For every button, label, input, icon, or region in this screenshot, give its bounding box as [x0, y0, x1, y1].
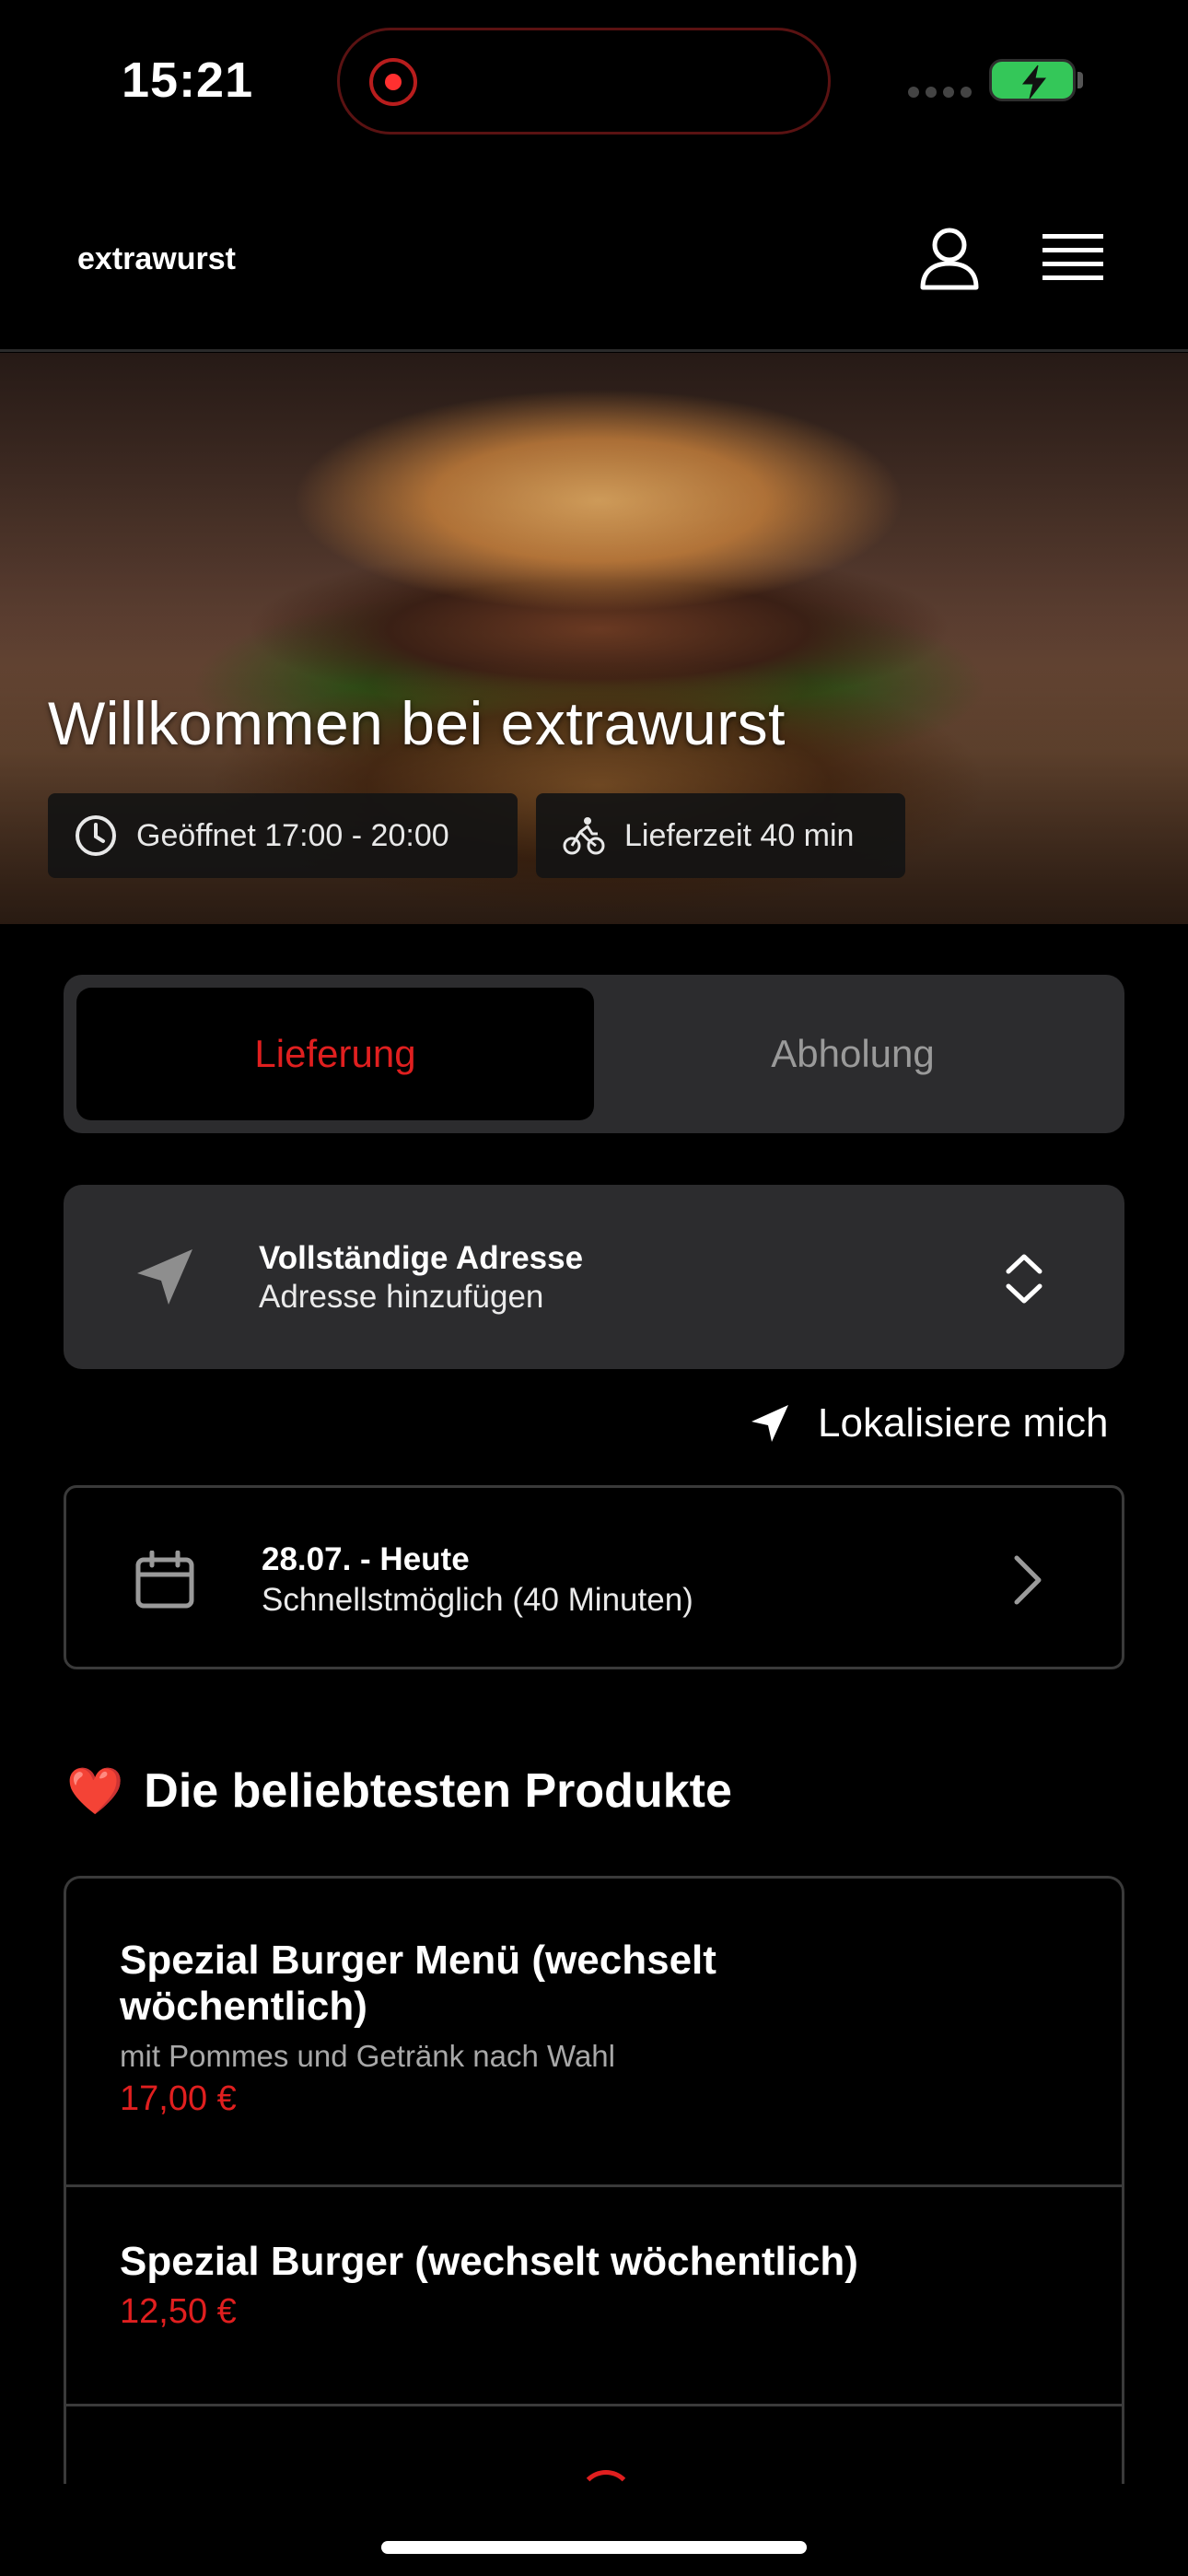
product-name: Spezial Burger Menü (wechselt wöchentlic… [120, 1938, 716, 2029]
chevron-right-icon [1014, 1555, 1042, 1605]
date-selector[interactable]: 28.07. - Heute Schnellstmöglich (40 Minu… [64, 1485, 1124, 1669]
product-description: mit Pommes und Getränk nach Wahl [120, 2039, 615, 2073]
product-list: Spezial Burger Menü (wechselt wöchentlic… [64, 1876, 1124, 2484]
location-arrow-icon [137, 1249, 192, 1305]
calendar-icon [135, 1551, 194, 1609]
battery-cap [1077, 72, 1083, 88]
product-name: Spezial Burger (wechselt wöchentlich) [120, 2239, 858, 2284]
brand-name[interactable]: extrawurst [77, 241, 236, 277]
hero-banner: Willkommen bei extrawurst Geöffnet 17:00… [0, 353, 1188, 924]
delivery-time-text: Lieferzeit 40 min [624, 817, 855, 853]
home-indicator[interactable] [381, 2541, 807, 2554]
chevron-up-down-icon [1006, 1254, 1042, 1304]
popular-products-heading: ❤️ Die beliebtesten Produkte [66, 1763, 732, 1819]
product-item[interactable]: Spezial Burger Menü (wechselt wöchentlic… [66, 1879, 1122, 2187]
status-time: 15:21 [122, 53, 254, 108]
address-subtitle: Adresse hinzufügen [259, 1279, 544, 1315]
product-price: 12,50 € [120, 2292, 237, 2331]
clock-icon [76, 815, 116, 856]
dynamic-island [337, 28, 831, 135]
date-title: 28.07. - Heute [262, 1541, 470, 1577]
signal-icon [908, 87, 972, 98]
tab-pickup[interactable]: Abholung [594, 988, 1112, 1120]
address-title: Vollständige Adresse [259, 1240, 584, 1276]
location-arrow-icon [751, 1405, 788, 1442]
product-price: 17,00 € [120, 2079, 237, 2118]
product-item[interactable]: Spezial Burger (wechselt wöchentlich) 12… [66, 2187, 1122, 2406]
recording-icon [369, 58, 417, 106]
opening-hours-text: Geöffnet 17:00 - 20:00 [136, 817, 449, 853]
order-mode-toggle: Lieferung Abholung [64, 975, 1124, 1133]
opening-hours-badge: Geöffnet 17:00 - 20:00 [48, 793, 518, 878]
address-selector[interactable]: Vollständige Adresse Adresse hinzufügen [64, 1185, 1124, 1369]
tab-delivery[interactable]: Lieferung [76, 988, 594, 1120]
app-header: extrawurst [0, 166, 1188, 352]
locate-me-button[interactable]: Lokalisiere mich [750, 1400, 1108, 1446]
locate-me-label: Lokalisiere mich [818, 1400, 1109, 1446]
battery-icon [989, 59, 1076, 101]
delivery-time-badge: Lieferzeit 40 min [536, 793, 905, 878]
date-subtitle: Schnellstmöglich (40 Minuten) [262, 1582, 693, 1618]
heart-icon: ❤️ [66, 1764, 124, 1817]
popular-products-title: Die beliebtesten Produkte [144, 1764, 732, 1818]
hero-title: Willkommen bei extrawurst [48, 689, 786, 757]
menu-icon[interactable] [1042, 232, 1103, 284]
status-bar: 15:21 [0, 0, 1188, 166]
loading-spinner [578, 2470, 634, 2484]
user-icon[interactable] [917, 225, 982, 291]
bicycle-icon [563, 817, 605, 855]
